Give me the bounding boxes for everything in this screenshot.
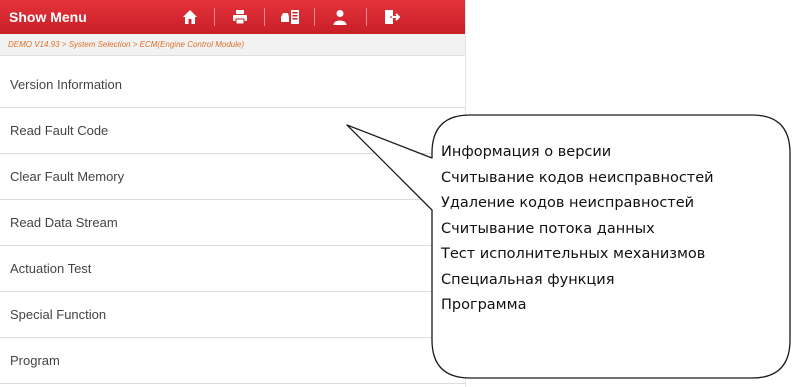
callout-line-clear-fault-memory: Удаление кодов неисправностей xyxy=(441,195,695,211)
menu-item-special-function[interactable]: Special Function xyxy=(0,292,465,338)
exit-icon xyxy=(385,10,400,24)
menu-item-read-data-stream[interactable]: Read Data Stream xyxy=(0,200,465,246)
menu-item-actuation-test[interactable]: Actuation Test xyxy=(0,246,465,292)
callout-line-actuation-test: Тест исполнительных механизмов xyxy=(441,246,706,262)
function-menu-list: Version Information Read Fault Code Clea… xyxy=(0,62,465,384)
callout-line-special-function: Специальная функция xyxy=(441,271,615,288)
menu-item-program[interactable]: Program xyxy=(0,338,465,384)
vehicle-info-icon xyxy=(281,10,299,24)
callout-line-read-data-stream: Считывание потока данных xyxy=(441,220,655,237)
callout-line-read-fault-code: Считывание кодов неисправностей xyxy=(441,169,714,186)
callout-line-version-information: Информация о версии xyxy=(441,144,612,160)
printer-icon xyxy=(233,10,247,25)
exit-button[interactable] xyxy=(370,3,414,31)
vehicle-button[interactable] xyxy=(268,3,312,31)
home-icon xyxy=(183,10,197,24)
breadcrumb: DEMO V14.93 > System Selection > ECM(Eng… xyxy=(0,34,465,56)
print-button[interactable] xyxy=(218,3,262,31)
menu-item-version-information[interactable]: Version Information xyxy=(0,62,465,108)
home-button[interactable] xyxy=(168,3,212,31)
user-icon xyxy=(333,10,347,25)
show-menu-button[interactable]: Show Menu xyxy=(9,9,87,25)
callout-translation-list: Информация о версии Считывание кодов неи… xyxy=(441,140,791,319)
menu-item-clear-fault-memory[interactable]: Clear Fault Memory xyxy=(0,154,465,200)
menu-item-read-fault-code[interactable]: Read Fault Code xyxy=(0,108,465,154)
callout-line-program: Программа xyxy=(441,297,527,313)
top-toolbar: Show Menu xyxy=(0,0,465,34)
diagnostic-app-window: Show Menu DEMO V14.93 > System Selection… xyxy=(0,0,466,387)
user-button[interactable] xyxy=(318,3,362,31)
